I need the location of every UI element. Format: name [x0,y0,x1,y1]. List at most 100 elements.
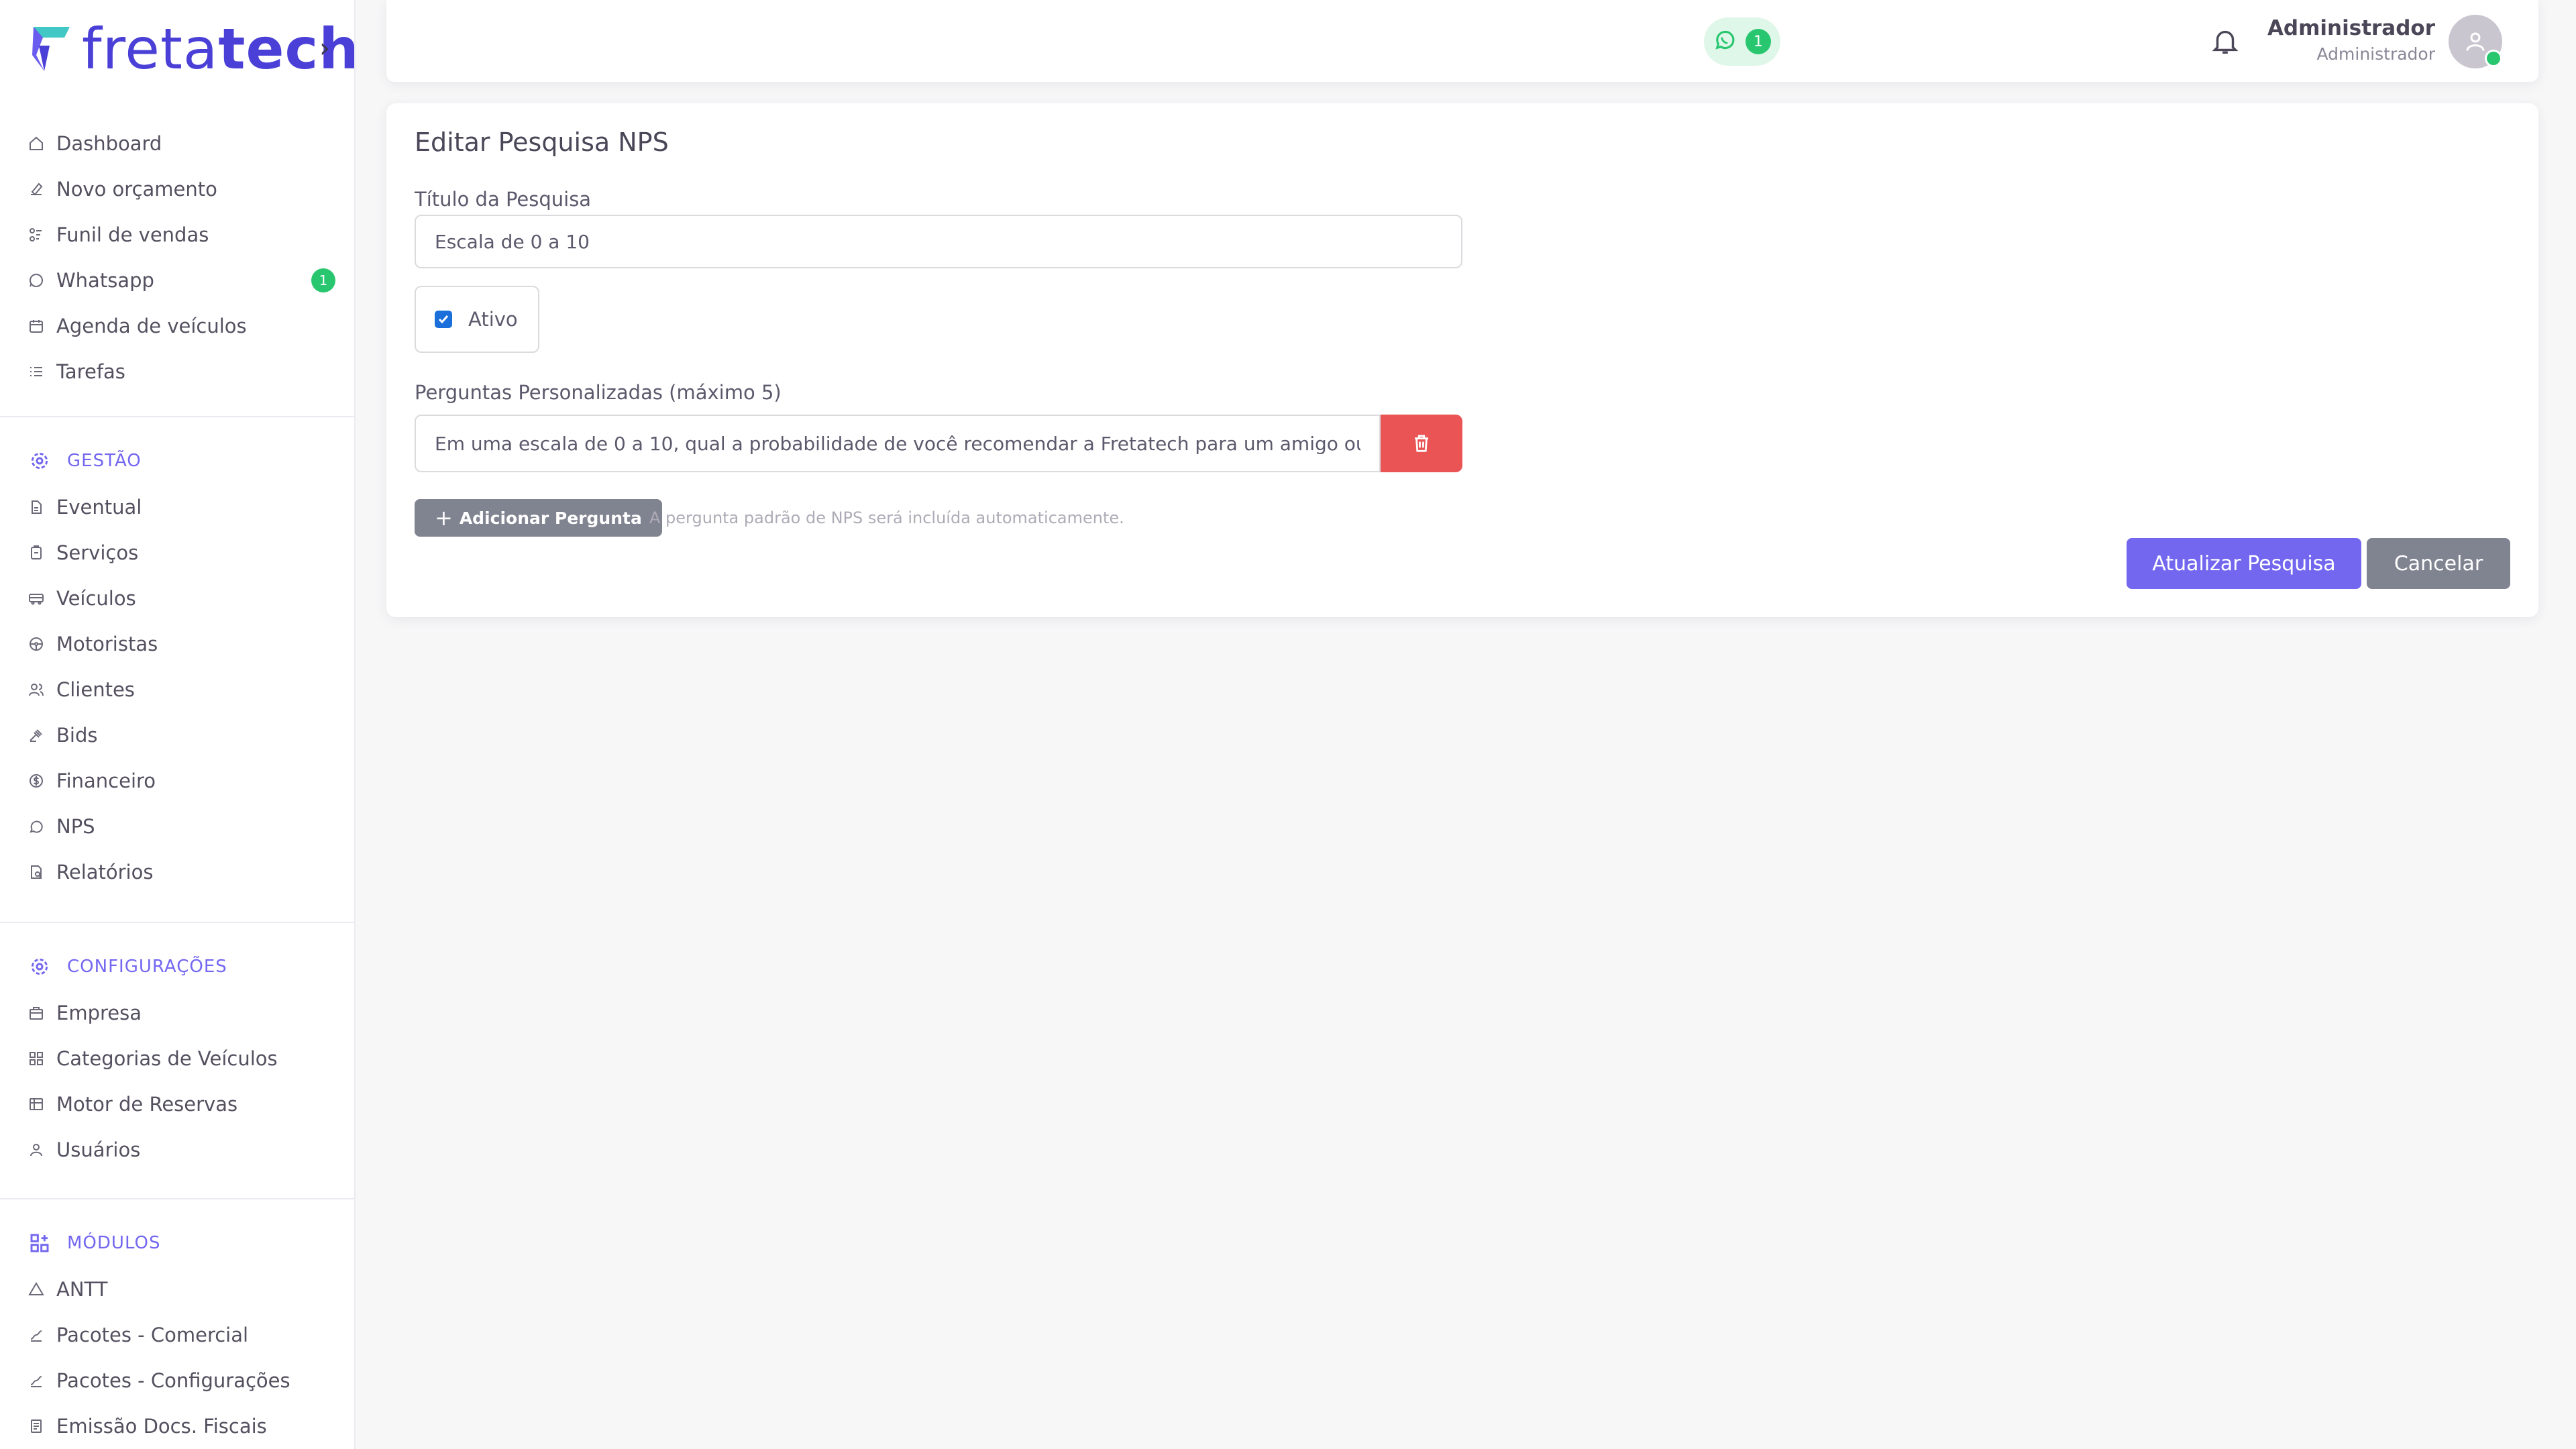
list-icon [28,364,44,380]
nav-item-label: Emissão Docs. Fiscais [56,1415,267,1438]
active-checkbox-label: Ativo [468,308,518,331]
user-icon [28,1142,44,1158]
nav-item-label: Pacotes - Comercial [56,1324,249,1346]
nav-item-clientes[interactable]: Clientes [0,667,354,712]
nav-item-categorias-de-veiculos[interactable]: Categorias de Veículos [0,1036,354,1081]
nav-item-financeiro[interactable]: Financeiro [0,758,354,804]
users-icon [28,682,44,698]
nav-item-label: Serviços [56,541,139,564]
nav-item-pacotes-comercial[interactable]: Pacotes - Comercial [0,1312,354,1358]
nav-item-motor-de-reservas[interactable]: Motor de Reservas [0,1081,354,1127]
sidebar-divider [0,416,354,417]
gear-icon [28,449,51,472]
sidebar: fretatech › Dashboard Novo orçamento Fun… [0,0,356,1449]
cancel-button[interactable]: Cancelar [2367,538,2510,589]
plus-icon: + [435,505,453,531]
online-status-dot [2485,50,2502,67]
nav-item-antt[interactable]: ANTT [0,1267,354,1312]
nav-item-label: Pacotes - Configurações [56,1369,290,1392]
nav-item-dashboard[interactable]: Dashboard [0,121,354,166]
nav-item-whatsapp[interactable]: Whatsapp 1 [0,258,354,303]
sidebar-divider [0,1198,354,1199]
nav-item-label: Empresa [56,1002,142,1024]
nav-item-eventual[interactable]: Eventual [0,484,354,530]
building-icon [28,1005,44,1021]
sidebar-collapse-chevron-icon[interactable]: › [314,33,335,64]
bell-icon[interactable] [2210,25,2241,56]
sidebar-divider [0,922,354,923]
grid-icon [28,1051,44,1067]
nav-item-veiculos[interactable]: Veículos [0,576,354,621]
chat-icon [28,818,44,835]
nav-item-label: Categorias de Veículos [56,1047,278,1070]
nav-item-bids[interactable]: Bids [0,712,354,758]
nav-item-relatorios[interactable]: Relatórios [0,849,354,895]
user-name: Administrador [2267,16,2435,40]
avatar[interactable] [2449,15,2502,68]
questions-label: Perguntas Personalizadas (máximo 5) [415,381,782,404]
nav-item-label: NPS [56,815,95,838]
user-role: Administrador [2316,44,2436,64]
page-title: Editar Pesquisa NPS [415,127,669,157]
nav-item-nps[interactable]: NPS [0,804,354,849]
nps-hint-text: A pergunta padrão de NPS será incluída a… [649,508,1124,527]
nav-item-label: Funil de vendas [56,223,209,246]
logo-mark-icon [32,27,70,71]
bus-icon [28,590,44,606]
whatsapp-icon [1713,29,1736,54]
nav-item-agenda-de-veiculos[interactable]: Agenda de veículos [0,303,354,349]
nav-item-label: Motoristas [56,633,158,655]
whatsapp-count-badge: 1 [311,268,335,292]
package-icon [28,1373,44,1389]
package-icon [28,1327,44,1343]
logo[interactable]: fretatech [30,19,354,79]
section-title: CONFIGURAÇÕES [67,957,227,977]
nav-item-motoristas[interactable]: Motoristas [0,621,354,667]
whatsapp-icon [28,272,44,288]
section-header-gestao[interactable]: GESTÃO [0,437,354,484]
active-checkbox[interactable] [435,311,452,328]
section-header-modulos[interactable]: MÓDULOS [0,1220,354,1267]
nav-item-label: Agenda de veículos [56,315,247,337]
nav-item-label: Tarefas [56,360,125,383]
section-title: MÓDULOS [67,1233,161,1253]
clipboard-icon [28,545,44,561]
nav-section-gestao: GESTÃO Eventual Serviços Veículos Motori… [0,437,354,895]
nav-item-label: Relatórios [56,861,154,883]
survey-title-input[interactable] [415,215,1462,268]
nav-item-label: Bids [56,724,98,747]
nav-item-novo-orcamento[interactable]: Novo orçamento [0,166,354,212]
nav-item-empresa[interactable]: Empresa [0,990,354,1036]
nav-item-tarefas[interactable]: Tarefas [0,349,354,394]
nav-item-label: Dashboard [56,132,162,155]
survey-title-label: Título da Pesquisa [415,188,592,211]
coin-icon [28,773,44,789]
question-row [415,415,1462,472]
triangle-icon [28,1281,44,1297]
edit-icon [28,181,44,197]
active-checkbox-group[interactable]: Ativo [415,286,539,353]
nav-item-label: Veículos [56,587,136,610]
question-input[interactable] [415,415,1381,472]
nav-item-label: Whatsapp [56,269,154,292]
add-question-button[interactable]: + Adicionar Pergunta [415,499,662,537]
update-survey-button[interactable]: Atualizar Pesquisa [2127,538,2361,589]
whatsapp-notification-button[interactable]: 1 [1704,17,1780,66]
whatsapp-count-badge: 1 [1746,29,1771,54]
section-header-configuracoes[interactable]: CONFIGURAÇÕES [0,943,354,990]
nav-item-usuarios[interactable]: Usuários [0,1127,354,1173]
nav-item-pacotes-configuracoes[interactable]: Pacotes - Configurações [0,1358,354,1403]
add-question-label: Adicionar Pergunta [459,508,642,528]
nav-section-modulos: MÓDULOS ANTT Pacotes - Comercial Pacotes… [0,1220,354,1449]
nav-item-servicos[interactable]: Serviços [0,530,354,576]
gavel-icon [28,727,44,743]
nav-item-label: ANTT [56,1278,108,1301]
report-icon [28,864,44,880]
user-info[interactable]: Administrador Administrador [2267,16,2435,64]
delete-question-button[interactable] [1381,415,1462,472]
calendar-icon [28,318,44,334]
nav-item-funil-de-vendas[interactable]: Funil de vendas [0,212,354,258]
nav-item-emissao-docs-fiscais[interactable]: Emissão Docs. Fiscais [0,1403,354,1449]
nav-item-label: Motor de Reservas [56,1093,238,1116]
nav-item-label: Novo orçamento [56,178,217,201]
